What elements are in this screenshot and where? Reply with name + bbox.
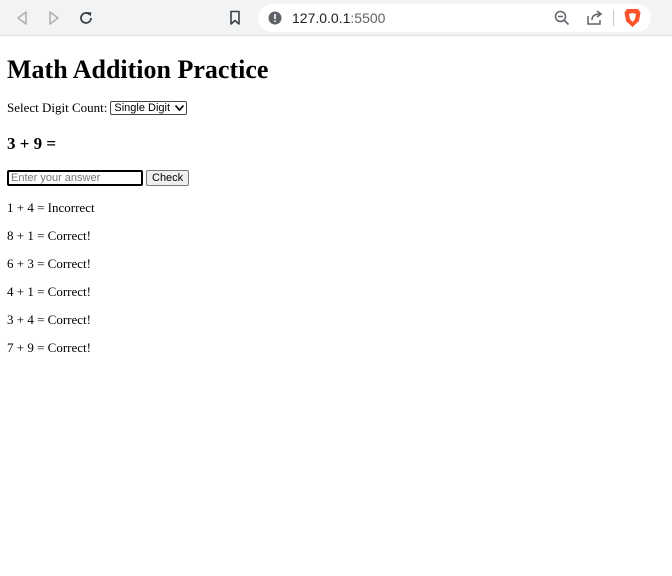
- question-text: 3 + 9 =: [7, 134, 57, 153]
- bookmark-icon[interactable]: [225, 8, 245, 28]
- chevron-down-icon: [174, 102, 185, 114]
- digit-count-selected: Single Digit: [114, 102, 171, 114]
- answer-input[interactable]: Enter your answer: [7, 170, 143, 186]
- result-item: 8 + 1 = Correct!: [7, 228, 91, 243]
- check-button[interactable]: Check: [146, 170, 190, 186]
- zoom-icon[interactable]: [554, 10, 570, 31]
- result-item: 6 + 3 = Correct!: [7, 256, 91, 271]
- result-item: 3 + 4 = Correct!: [7, 312, 91, 327]
- answer-placeholder: Enter your answer: [11, 172, 101, 184]
- page-title: Math Addition Practice: [7, 55, 269, 84]
- back-icon[interactable]: [12, 8, 32, 28]
- brave-shield-icon[interactable]: [624, 8, 641, 33]
- url-text[interactable]: 127.0.0.1:5500: [292, 10, 385, 26]
- digit-count-row: Select Digit Count: Single Digit: [7, 100, 665, 116]
- url-separator: [613, 10, 614, 26]
- result-item: 7 + 9 = Correct!: [7, 340, 91, 355]
- address-bar[interactable]: 127.0.0.1:5500: [258, 4, 651, 32]
- browser-toolbar: 127.0.0.1:5500: [0, 0, 672, 36]
- forward-icon[interactable]: [44, 8, 64, 28]
- digit-count-select[interactable]: Single Digit: [110, 101, 188, 115]
- url-port: :5500: [350, 10, 386, 26]
- result-item: 4 + 1 = Correct!: [7, 284, 91, 299]
- result-item: 1 + 4 = Incorrect: [7, 200, 95, 215]
- url-host: 127.0.0.1: [292, 10, 351, 26]
- results-list: 1 + 4 = Incorrect 8 + 1 = Correct! 6 + 3…: [7, 200, 665, 356]
- share-icon[interactable]: [585, 10, 603, 31]
- site-info-icon[interactable]: [268, 11, 282, 30]
- digit-count-label: Select Digit Count:: [7, 100, 108, 115]
- page-content: Math Addition Practice Select Digit Coun…: [0, 54, 672, 356]
- reload-icon[interactable]: [76, 8, 96, 28]
- answer-row: Enter your answer Check: [7, 170, 665, 186]
